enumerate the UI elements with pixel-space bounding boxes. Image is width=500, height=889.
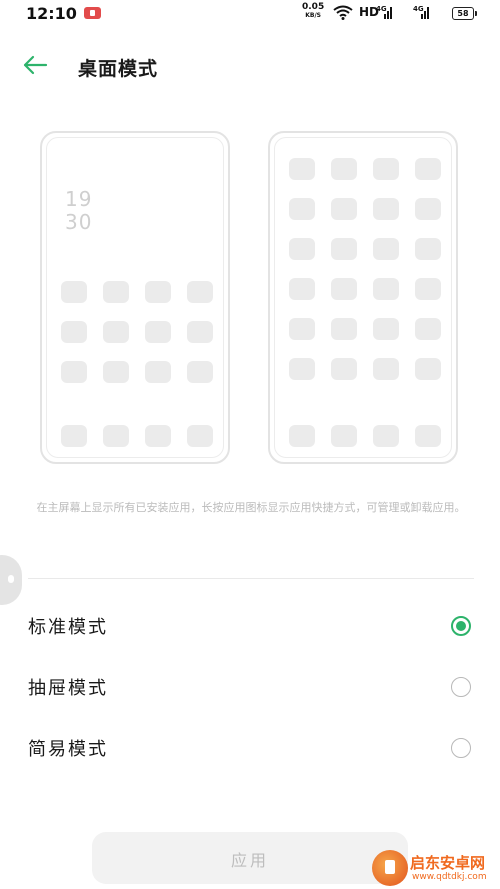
preview-app-icon bbox=[373, 238, 399, 260]
preview-app-icon bbox=[373, 158, 399, 180]
preview-app-icon bbox=[415, 198, 441, 220]
preview-app-icon bbox=[187, 281, 213, 303]
mode-label: 抽屉模式 bbox=[28, 678, 108, 699]
preview-app-icon bbox=[187, 321, 213, 343]
clock-hour: 19 bbox=[65, 187, 93, 211]
preview-app-icon bbox=[61, 361, 87, 383]
preview-app-icon bbox=[331, 425, 357, 447]
preview-app-icon bbox=[61, 425, 87, 447]
radio-unchecked-icon[interactable] bbox=[451, 738, 471, 758]
preview-app-icon bbox=[289, 318, 315, 340]
floating-assist-handle[interactable] bbox=[0, 555, 22, 605]
preview-app-icon bbox=[289, 158, 315, 180]
preview-app-icon bbox=[331, 318, 357, 340]
preview-app-icon bbox=[331, 158, 357, 180]
preview-app-icon bbox=[373, 198, 399, 220]
preview-app-icon bbox=[415, 425, 441, 447]
preview-app-icon bbox=[289, 278, 315, 300]
preview-app-icon bbox=[415, 158, 441, 180]
mode-description: 在主屏幕上显示所有已安装应用，长按应用图标显示应用快捷方式，可管理或卸载应用。 bbox=[36, 501, 466, 514]
preview-app-icon bbox=[415, 278, 441, 300]
preview-app-icon bbox=[373, 358, 399, 380]
preview-app-icon bbox=[145, 281, 171, 303]
network-type-label: 4G bbox=[376, 5, 387, 13]
preview-app-icon bbox=[145, 425, 171, 447]
arrow-left-icon[interactable] bbox=[20, 52, 50, 78]
cell-signal-icon: 4G bbox=[413, 5, 431, 24]
drawer-mode-preview[interactable] bbox=[268, 131, 458, 464]
preview-app-icon bbox=[103, 361, 129, 383]
preview-app-icon bbox=[187, 361, 213, 383]
network-speed: 0.05 KB/S bbox=[302, 2, 325, 20]
preview-app-icon bbox=[289, 425, 315, 447]
radio-checked-icon[interactable] bbox=[451, 616, 471, 636]
preview-app-icon bbox=[289, 198, 315, 220]
status-bar: 12:10 0.05 KB/S HD 4G 4G 58 bbox=[0, 0, 500, 28]
preview-app-icon bbox=[289, 358, 315, 380]
standard-mode-preview[interactable]: 19 30 bbox=[40, 131, 230, 464]
preview-app-icon bbox=[61, 321, 87, 343]
preview-app-icon bbox=[187, 425, 213, 447]
preview-app-icon bbox=[331, 198, 357, 220]
network-type-label: 4G bbox=[413, 5, 424, 13]
page-title: 桌面模式 bbox=[78, 58, 159, 80]
preview-app-icon bbox=[145, 361, 171, 383]
preview-screen bbox=[274, 137, 452, 458]
mode-option-standard[interactable]: 标准模式 bbox=[0, 605, 500, 649]
site-watermark: 启东安卓网 www.qdtdkj.com bbox=[370, 846, 500, 889]
preview-app-icon bbox=[331, 358, 357, 380]
preview-app-icon bbox=[373, 318, 399, 340]
wifi-icon bbox=[333, 5, 353, 20]
mode-label: 标准模式 bbox=[28, 617, 108, 638]
divider bbox=[28, 578, 474, 579]
apply-button[interactable]: 应用 bbox=[92, 832, 408, 884]
watermark-title: 启东安卓网 bbox=[410, 854, 486, 872]
preview-screen: 19 30 bbox=[46, 137, 224, 458]
preview-app-icon bbox=[373, 425, 399, 447]
network-speed-value: 0.05 bbox=[302, 2, 325, 12]
status-time: 12:10 bbox=[26, 4, 77, 23]
preview-app-icon bbox=[373, 278, 399, 300]
preview-app-icon bbox=[103, 425, 129, 447]
preview-app-icon bbox=[103, 281, 129, 303]
screen-record-icon bbox=[84, 7, 101, 19]
cell-signal-icon: 4G bbox=[376, 5, 394, 24]
apply-button-label: 应用 bbox=[230, 851, 269, 870]
preview-app-icon bbox=[415, 358, 441, 380]
radio-unchecked-icon[interactable] bbox=[451, 677, 471, 697]
network-speed-unit: KB/S bbox=[305, 12, 321, 19]
mode-label: 简易模式 bbox=[28, 739, 108, 760]
header: 桌面模式 bbox=[0, 42, 500, 90]
clock-minute: 30 bbox=[65, 210, 93, 234]
watermark-logo-icon bbox=[372, 850, 408, 886]
preview-app-icon bbox=[103, 321, 129, 343]
preview-app-icon bbox=[331, 238, 357, 260]
preview-app-icon bbox=[61, 281, 87, 303]
mode-option-drawer[interactable]: 抽屉模式 bbox=[0, 666, 500, 710]
preview-app-icon bbox=[289, 238, 315, 260]
preview-app-icon bbox=[145, 321, 171, 343]
battery-icon: 58 bbox=[452, 7, 477, 20]
preview-app-icon bbox=[415, 318, 441, 340]
watermark-url: www.qdtdkj.com bbox=[412, 872, 487, 882]
mode-option-simple[interactable]: 简易模式 bbox=[0, 727, 500, 771]
preview-app-icon bbox=[331, 278, 357, 300]
preview-app-icon bbox=[415, 238, 441, 260]
preview-clock: 19 30 bbox=[65, 188, 92, 234]
